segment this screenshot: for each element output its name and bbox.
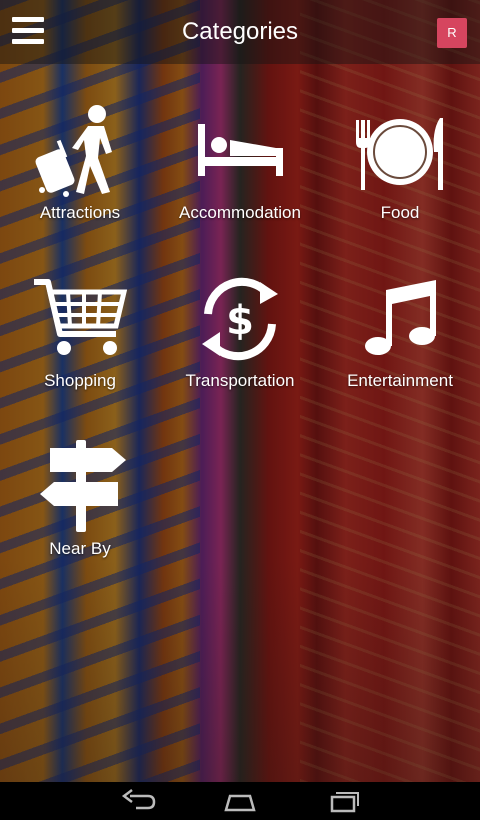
category-label: Entertainment [347,371,453,390]
system-navigation-bar [0,782,480,820]
category-label: Shopping [44,371,116,390]
category-food[interactable]: Food [325,100,475,240]
back-icon[interactable] [118,788,158,814]
recent-apps-icon[interactable] [322,788,362,814]
svg-text:$: $ [226,298,254,344]
bed-icon [198,124,283,176]
category-transportation[interactable]: $ Transportation [165,268,315,408]
category-accommodation[interactable]: Accommodation [165,100,315,240]
signpost-icon [40,440,126,532]
category-label: Transportation [185,371,295,390]
plate-fork-knife-icon [356,118,443,190]
category-near-by[interactable]: Near By [5,436,155,576]
home-icon[interactable] [220,788,260,814]
shopping-cart-icon [34,279,128,355]
app-bar: Categories R [0,0,480,64]
category-attractions[interactable]: Attractions [5,100,155,240]
avatar[interactable]: R [437,18,467,48]
category-shopping[interactable]: Shopping [5,268,155,408]
category-label: Accommodation [179,203,301,222]
category-label: Food [380,203,420,222]
traveler-with-luggage-icon [35,105,112,197]
category-entertainment[interactable]: Entertainment [325,268,475,408]
page-title: Categories [181,18,299,45]
category-label: Near By [49,539,111,558]
category-label: Attractions [39,203,121,222]
currency-exchange-icon: $ [202,277,278,361]
music-note-icon [365,280,436,355]
